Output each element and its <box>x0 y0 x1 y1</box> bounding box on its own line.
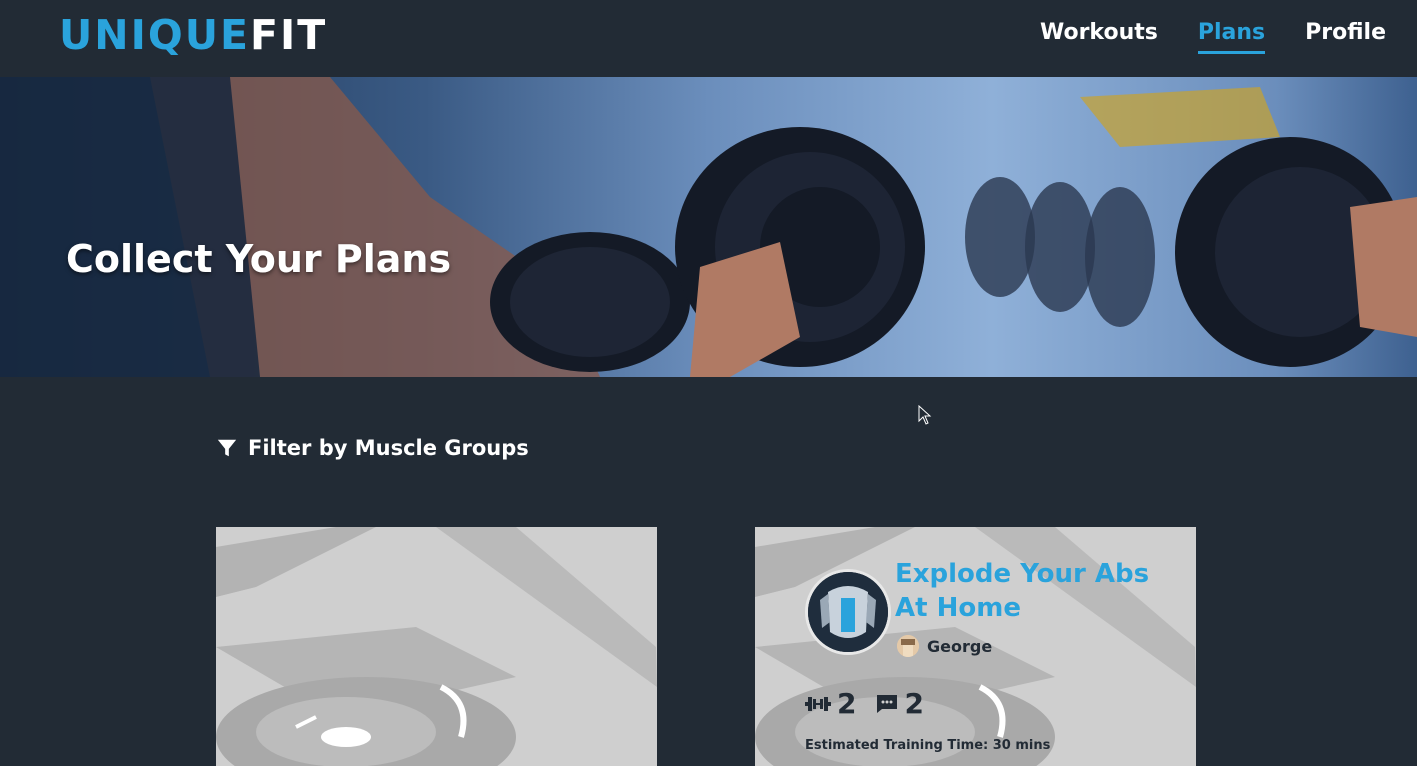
plan-author[interactable]: George <box>897 635 992 657</box>
hero-background-image <box>0 77 1417 377</box>
nav-plans-link[interactable]: Plans <box>1197 19 1266 54</box>
hero-title: Collect Your Plans <box>66 237 452 281</box>
comment-icon <box>877 694 898 713</box>
brand-logo[interactable]: UNIQUE FIT <box>59 10 327 60</box>
filter-icon <box>217 439 237 457</box>
plan-title[interactable]: Explode Your Abs At Home <box>895 557 1175 625</box>
filter-label: Filter by Muscle Groups <box>248 436 529 460</box>
mouse-cursor-icon <box>918 405 932 425</box>
brand-name-part2: FIT <box>250 11 328 59</box>
plan-card[interactable]: Explode Your Abs At Home George 2 2 Esti… <box>755 527 1196 766</box>
abs-muscle-icon <box>808 572 888 652</box>
plan-card[interactable] <box>216 527 657 766</box>
workouts-count-value: 2 <box>837 687 857 720</box>
top-navbar: UNIQUE FIT Workouts Plans Profile <box>0 0 1417 77</box>
author-name: George <box>927 636 993 656</box>
card-background-image <box>216 527 657 766</box>
plan-stats: 2 2 <box>805 687 924 720</box>
plan-avatar <box>805 569 891 655</box>
comments-count: 2 <box>876 687 924 720</box>
nav-links: Workouts Plans Profile <box>1040 19 1386 54</box>
workouts-count: 2 <box>805 687 856 720</box>
dumbbell-icon <box>805 696 831 711</box>
nav-profile-link[interactable]: Profile <box>1305 19 1386 54</box>
training-time: Estimated Training Time: 30 mins <box>805 738 1051 753</box>
comments-count-value: 2 <box>904 687 924 720</box>
hero-banner: Collect Your Plans <box>0 77 1417 377</box>
author-avatar-icon <box>897 635 919 657</box>
nav-workouts-link[interactable]: Workouts <box>1040 19 1158 54</box>
filter-muscle-groups-toggle[interactable]: Filter by Muscle Groups <box>216 436 529 460</box>
brand-name-part1: UNIQUE <box>59 11 251 59</box>
author-avatar <box>897 635 919 657</box>
